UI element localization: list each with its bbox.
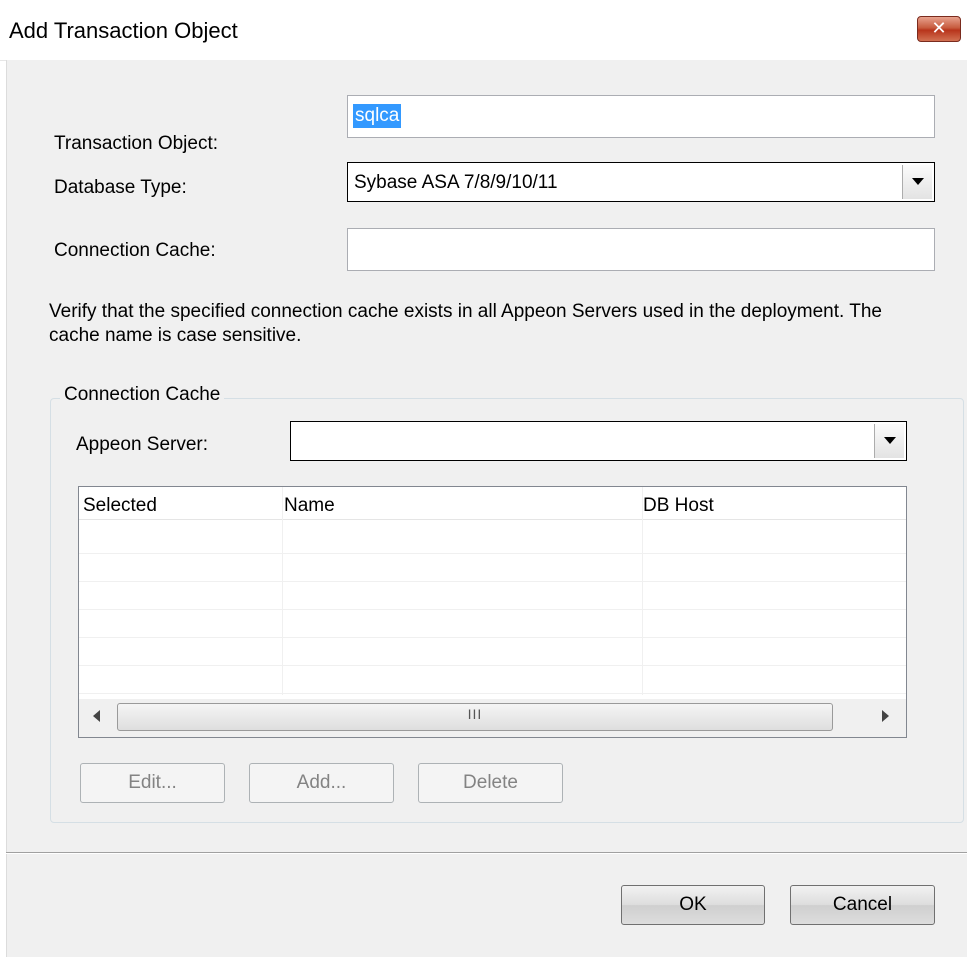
footer-divider-highlight — [6, 853, 967, 854]
cancel-button[interactable]: Cancel — [790, 885, 935, 925]
connection-cache-group-title: Connection Cache — [60, 384, 225, 406]
list-row-line — [79, 581, 906, 582]
connection-cache-input[interactable] — [347, 228, 935, 271]
verification-note: Verify that the specified connection cac… — [49, 301, 882, 346]
list-row-line — [79, 609, 906, 610]
column-header-db-host[interactable]: DB Host — [643, 495, 714, 517]
column-divider — [282, 487, 283, 695]
close-icon: ✕ — [931, 18, 947, 39]
horizontal-scrollbar[interactable]: III — [79, 699, 906, 737]
transaction-object-input[interactable]: sqlca — [347, 95, 935, 138]
window-title: Add Transaction Object — [9, 18, 238, 43]
column-header-selected[interactable]: Selected — [83, 495, 157, 517]
database-type-label: Database Type: — [54, 177, 187, 198]
list-row-line — [79, 665, 906, 666]
arrow-right-icon[interactable] — [882, 710, 889, 722]
list-header: Selected Name DB Host — [79, 487, 906, 520]
appeon-server-select[interactable] — [290, 421, 907, 461]
column-header-name[interactable]: Name — [284, 495, 335, 517]
connection-cache-label: Connection Cache: — [54, 240, 216, 261]
ok-button[interactable]: OK — [621, 885, 765, 925]
scroll-grip: III — [467, 706, 483, 722]
scroll-thumb[interactable]: III — [117, 703, 833, 731]
transaction-object-label: Transaction Object: — [54, 133, 219, 154]
arrow-left-icon[interactable] — [93, 710, 100, 722]
edit-button[interactable]: Edit... — [80, 763, 225, 803]
database-type-select[interactable]: Sybase ASA 7/8/9/10/11 — [347, 162, 935, 202]
connection-cache-list[interactable]: Selected Name DB Host III — [78, 486, 907, 738]
database-type-value: Sybase ASA 7/8/9/10/11 — [354, 172, 558, 193]
list-row-line — [79, 693, 906, 694]
chevron-down-icon[interactable] — [902, 165, 932, 199]
transaction-object-value: sqlca — [353, 104, 402, 128]
list-row-line — [79, 553, 906, 554]
list-row-line — [79, 637, 906, 638]
close-button[interactable]: ✕ — [917, 16, 961, 42]
add-button[interactable]: Add... — [249, 763, 394, 803]
chevron-down-icon[interactable] — [874, 424, 904, 458]
delete-button[interactable]: Delete — [418, 763, 563, 803]
appeon-server-label: Appeon Server: — [76, 434, 209, 455]
column-divider — [642, 487, 643, 695]
title-bar: Add Transaction Object ✕ — [0, 0, 967, 61]
